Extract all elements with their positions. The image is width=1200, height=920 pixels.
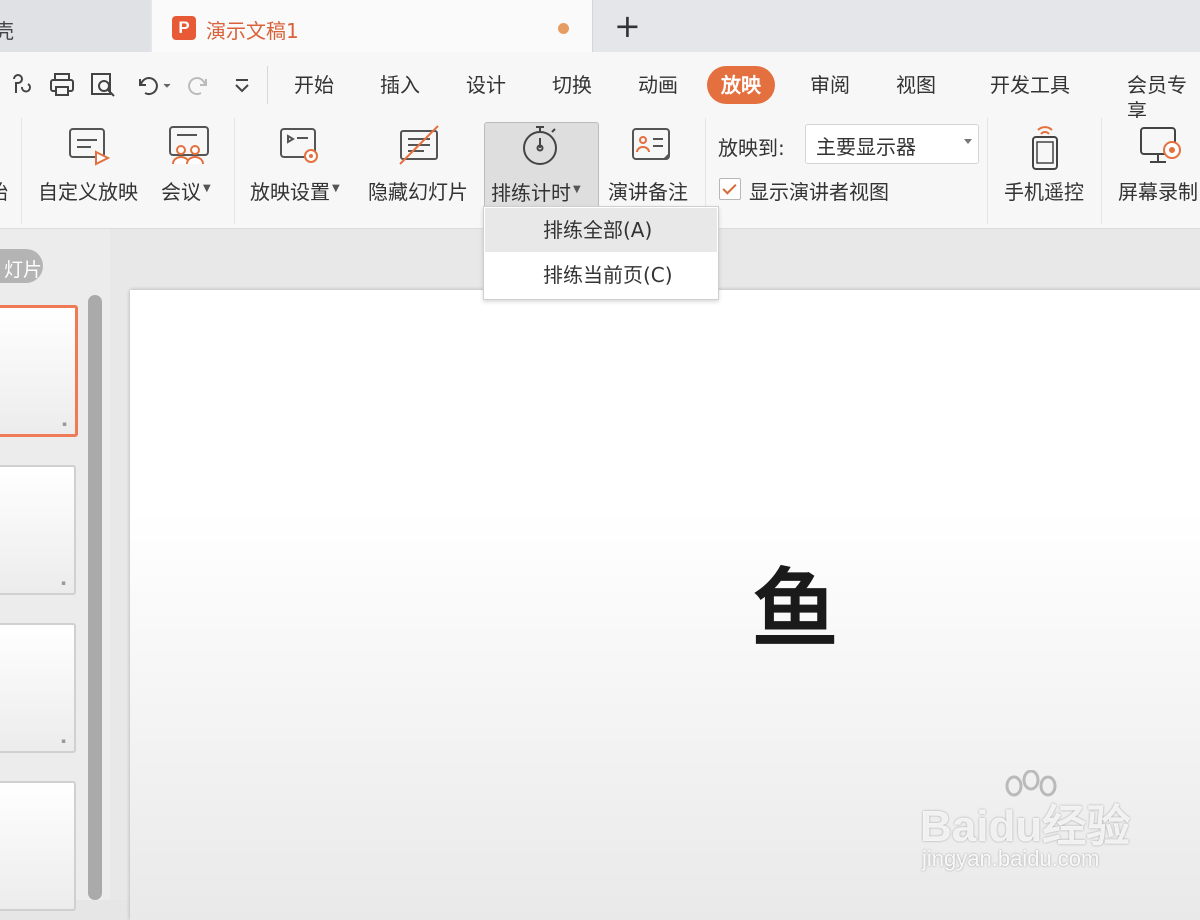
thumbnail-marker-icon: ▪ bbox=[62, 420, 67, 428]
show-settings-dropdown-icon: ▼ bbox=[332, 183, 340, 195]
menu-separator bbox=[267, 66, 268, 104]
undo-icon[interactable] bbox=[132, 71, 172, 106]
ribbon-separator bbox=[987, 118, 988, 224]
watermark-sub: jingyan.baidu.com bbox=[922, 846, 1100, 871]
rehearse-all-item[interactable]: 排练全部(A) bbox=[485, 208, 717, 252]
menu-animation[interactable]: 动画 bbox=[638, 72, 678, 98]
presenter-view-label[interactable]: 显示演讲者视图 bbox=[749, 176, 889, 205]
menu-start[interactable]: 开始 bbox=[294, 72, 334, 98]
thumbnail-marker-icon: ▪ bbox=[61, 579, 66, 587]
show-settings-icon bbox=[280, 128, 318, 163]
tab-left-label: 壳 bbox=[0, 19, 14, 43]
rehearse-current-item[interactable]: 排练当前页(C) bbox=[485, 253, 717, 297]
thumbnails-scrollbar[interactable] bbox=[88, 295, 102, 900]
slide-thumbnail-3[interactable]: ▪ bbox=[0, 623, 76, 753]
chevron-down-icon bbox=[964, 139, 972, 144]
slide-text[interactable]: 鱼 bbox=[752, 560, 838, 660]
menu-slideshow[interactable]: 放映 bbox=[707, 66, 775, 104]
phone-remote-button[interactable]: 手机遥控 bbox=[998, 118, 1092, 224]
rehearse-timing-button[interactable]: 排练计时 ▼ bbox=[484, 122, 599, 208]
hide-slide-label: 隐藏幻灯片 bbox=[368, 180, 468, 204]
custom-show-icon bbox=[69, 128, 111, 166]
ribbon-separator bbox=[1101, 118, 1102, 224]
rehearse-timing-dropdown: 排练全部(A) 排练当前页(C) bbox=[483, 206, 719, 300]
phone-remote-label: 手机遥控 bbox=[1004, 180, 1084, 204]
baidu-watermark: Baidu经验 jingyan.baidu.com bbox=[920, 770, 1150, 880]
customize-quick-access-icon[interactable] bbox=[231, 71, 253, 106]
screen-record-label: 屏幕录制 bbox=[1118, 180, 1198, 204]
meeting-button[interactable]: 会议 ▼ bbox=[155, 118, 223, 224]
ribbon-separator bbox=[234, 118, 235, 224]
slides-tab-pill[interactable]: 灯片 bbox=[0, 249, 43, 283]
watermark-main: Baidu经验 bbox=[920, 802, 1131, 851]
slide-thumbnail-1[interactable]: ▪ bbox=[0, 305, 78, 437]
rehearse-current-label: 排练当前页(C) bbox=[543, 263, 673, 287]
screen-record-icon bbox=[1140, 127, 1181, 163]
slide-thumbnail-2[interactable]: ▪ bbox=[0, 465, 76, 595]
show-on-label: 放映到: bbox=[718, 136, 785, 160]
menu-design[interactable]: 设计 bbox=[466, 72, 506, 98]
speaker-notes-label: 演讲备注 bbox=[608, 180, 688, 204]
hide-slide-icon bbox=[399, 125, 439, 165]
redo-icon[interactable] bbox=[186, 71, 214, 106]
ribbon-separator bbox=[21, 118, 22, 224]
share-icon[interactable] bbox=[8, 71, 36, 106]
screen-record-button[interactable]: 屏幕录制 bbox=[1112, 118, 1200, 224]
tab-bar: 壳 P 演示文稿1 + bbox=[0, 0, 1200, 52]
custom-show-button[interactable]: 自定义放映 bbox=[34, 118, 148, 224]
slides-tab-label: 灯片 bbox=[4, 259, 43, 281]
display-select-value: 主要显示器 bbox=[816, 135, 916, 159]
meeting-dropdown-icon: ▼ bbox=[203, 183, 211, 195]
hide-slide-button[interactable]: 隐藏幻灯片 bbox=[363, 118, 477, 224]
phone-remote-icon bbox=[1032, 126, 1058, 170]
slide-thumbnails-pane: 灯片 ▪ ▪ ▪ bbox=[0, 229, 110, 911]
rehearse-timing-label: 排练计时 bbox=[491, 181, 571, 205]
tab-presentation[interactable]: P 演示文稿1 bbox=[152, 0, 593, 52]
thumbnail-marker-icon: ▪ bbox=[61, 737, 66, 745]
tab-title: 演示文稿1 bbox=[206, 19, 299, 43]
menu-developer[interactable]: 开发工具 bbox=[990, 72, 1070, 98]
display-select[interactable]: 主要显示器 bbox=[805, 124, 979, 164]
menu-view[interactable]: 视图 bbox=[896, 72, 936, 98]
new-tab-button[interactable]: + bbox=[614, 8, 641, 44]
print-icon[interactable] bbox=[48, 71, 76, 106]
print-preview-icon[interactable] bbox=[89, 71, 117, 106]
speaker-notes-icon bbox=[632, 128, 670, 160]
presentation-file-icon: P bbox=[172, 16, 196, 40]
unsaved-dot-icon[interactable] bbox=[558, 23, 569, 34]
show-settings-label: 放映设置 bbox=[250, 180, 330, 204]
tab-left[interactable]: 壳 bbox=[0, 0, 150, 52]
menu-insert[interactable]: 插入 bbox=[380, 72, 420, 98]
menu-bar: 开始 插入 设计 切换 动画 放映 审阅 视图 开发工具 会员专享 bbox=[0, 52, 1200, 123]
menu-member[interactable]: 会员专享 bbox=[1127, 72, 1200, 124]
menu-review[interactable]: 审阅 bbox=[810, 72, 850, 98]
show-settings-button[interactable]: 放映设置 ▼ bbox=[245, 118, 355, 224]
ribbon-clipped-label[interactable]: 始 bbox=[0, 176, 8, 205]
presenter-view-checkbox[interactable] bbox=[719, 178, 741, 200]
stopwatch-icon bbox=[523, 126, 557, 165]
rehearse-all-label: 排练全部(A) bbox=[543, 218, 653, 242]
meeting-label: 会议 bbox=[161, 180, 201, 204]
menu-transition[interactable]: 切换 bbox=[552, 72, 592, 98]
custom-show-label: 自定义放映 bbox=[38, 180, 138, 204]
slide-thumbnail-4[interactable] bbox=[0, 781, 76, 911]
rehearse-timing-dropdown-icon: ▼ bbox=[573, 184, 581, 196]
meeting-icon bbox=[169, 126, 209, 165]
